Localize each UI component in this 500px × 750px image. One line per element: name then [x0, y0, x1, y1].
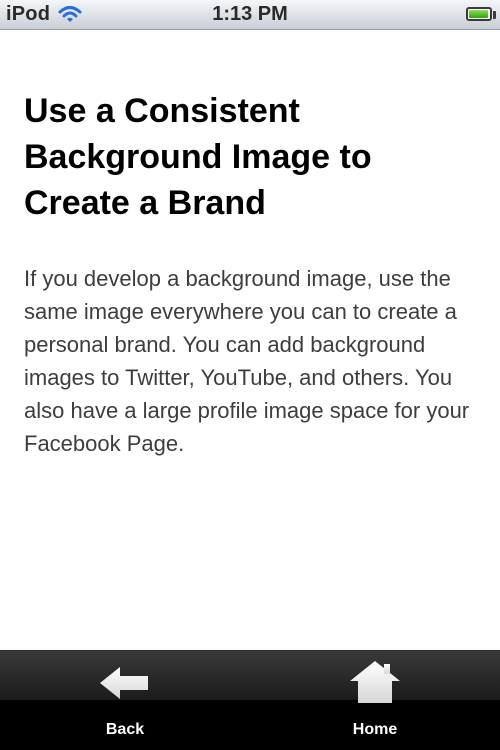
battery-icon: [466, 7, 492, 21]
article-body: If you develop a background image, use t…: [24, 266, 470, 456]
bottom-tab-bar: Back Home: [0, 650, 500, 750]
back-label: Back: [105, 721, 145, 738]
status-bar: iPod 1:13 PM: [0, 0, 500, 30]
article-title: Use a Consistent Background Image to Cre…: [24, 92, 372, 222]
arrow-left-icon: [100, 667, 148, 699]
battery-level-fill: [469, 10, 488, 18]
home-icon: [350, 661, 400, 703]
back-button[interactable]: Back: [0, 651, 250, 750]
status-time: 1:13 PM: [212, 3, 288, 25]
app-screen: iPod 1:13 PM Use a Consistent Background…: [0, 0, 500, 750]
article-content: Use a Consistent Background Image to Cre…: [0, 30, 500, 650]
battery-tip: [493, 11, 496, 19]
home-label: Home: [352, 721, 398, 738]
home-button[interactable]: Home: [250, 651, 500, 750]
